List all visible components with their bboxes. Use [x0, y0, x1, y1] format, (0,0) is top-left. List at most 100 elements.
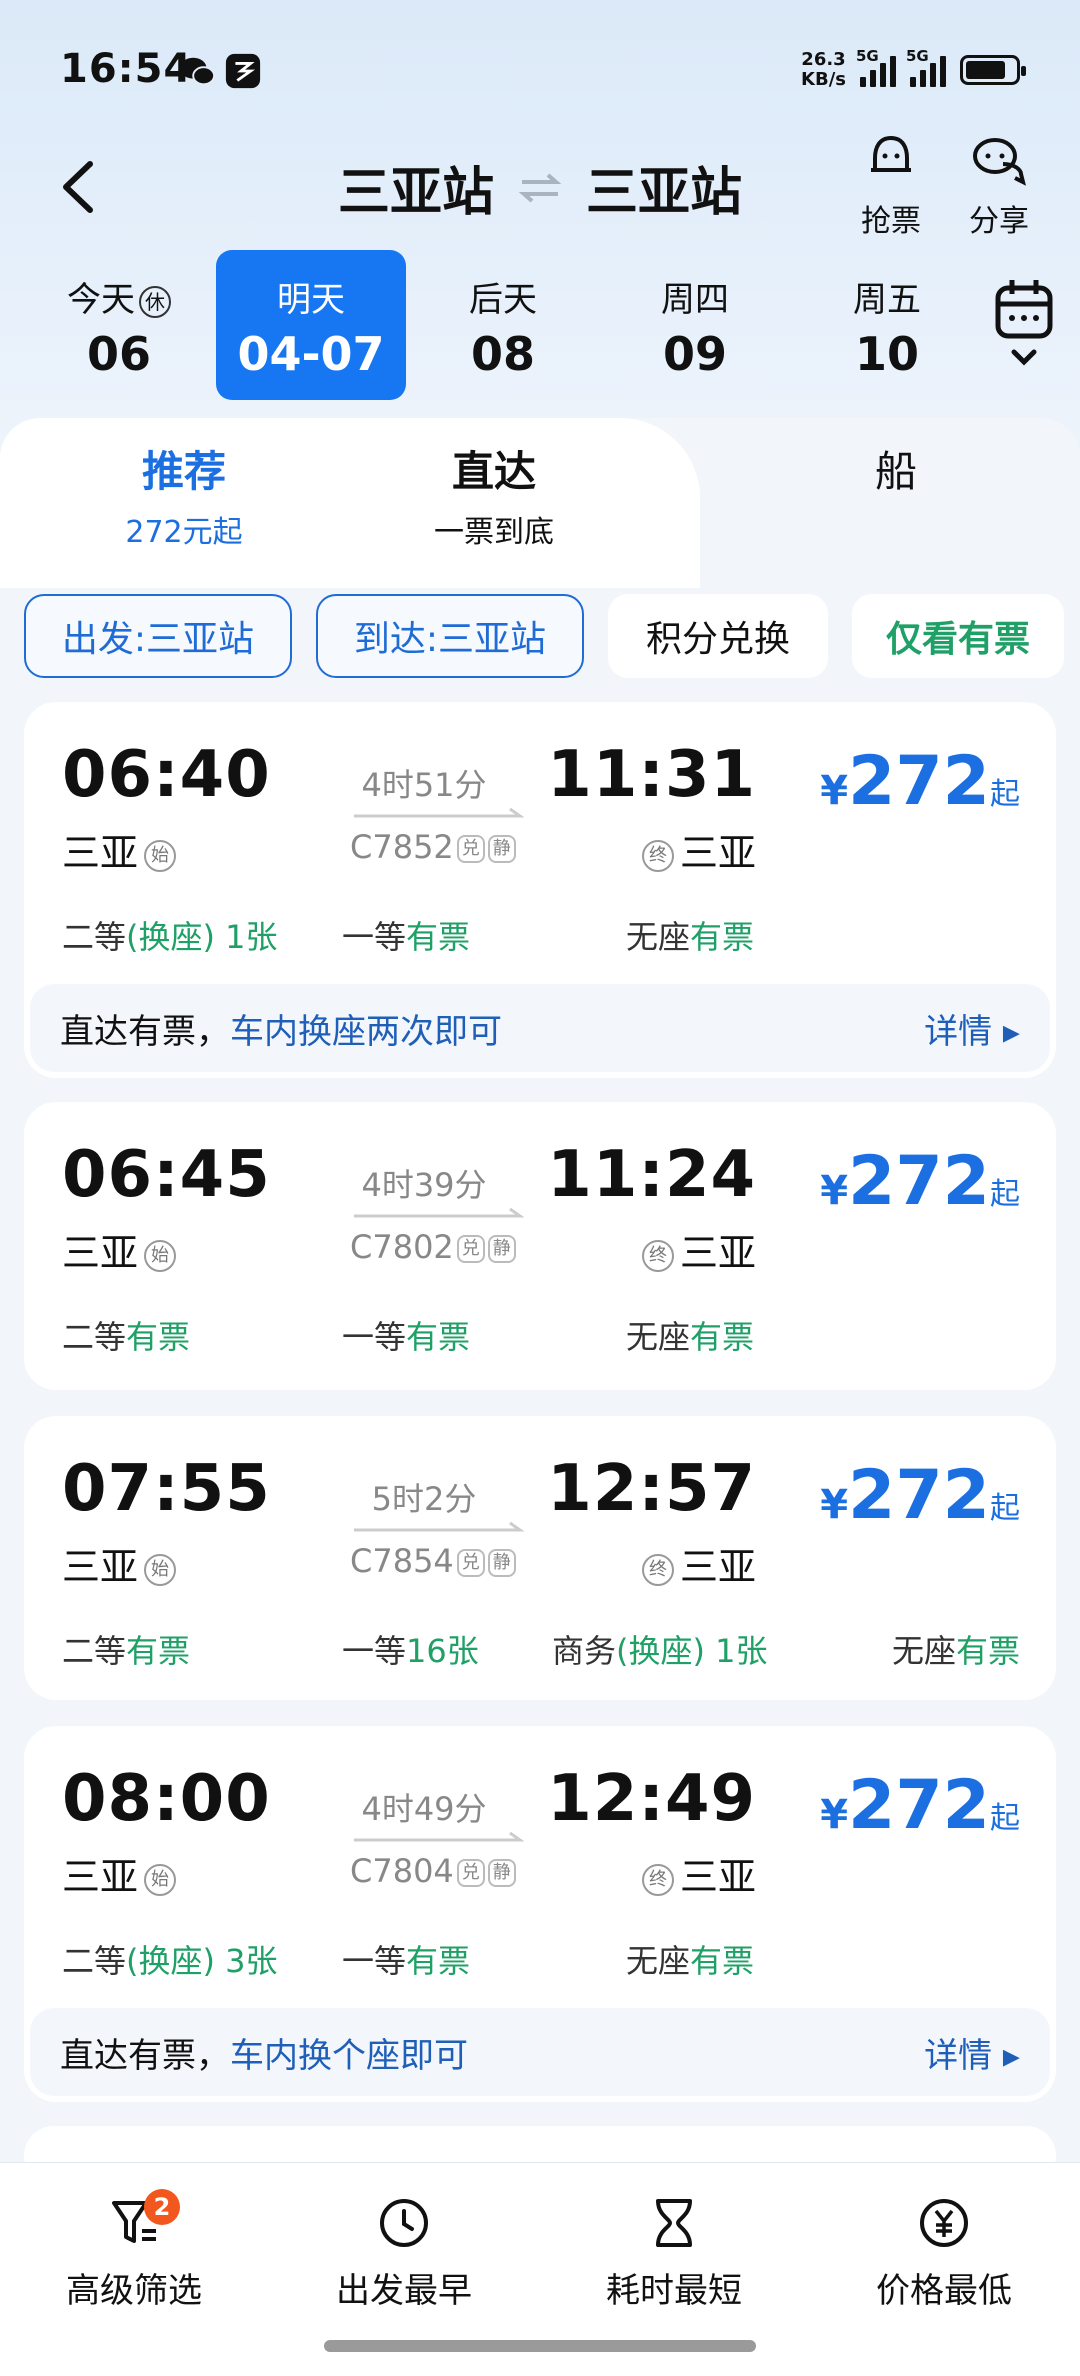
calendar-icon[interactable] — [994, 274, 1054, 374]
train-number[interactable]: C7852 兑静 — [324, 828, 534, 866]
train-card[interactable]: 06:40 4时51分 C7852 兑静 11:31 三亚始 终三亚 ¥272起 … — [24, 702, 1056, 1078]
seat-second-class: 二等有票 — [62, 1626, 190, 1672]
date-day-after-label: 后天 — [469, 280, 537, 320]
seat-second-class: 二等(换座) 1张 — [62, 912, 278, 958]
end-badge: 终 — [641, 1239, 674, 1272]
detail-link[interactable]: 详情 ▸ — [924, 2028, 1020, 2077]
date-day-after[interactable]: 后天 08 — [408, 250, 598, 400]
signal-2-icon: 5G — [906, 47, 946, 87]
only-available-filter[interactable]: 仅看有票 — [852, 594, 1064, 678]
tab-recommend-title: 推荐 — [141, 447, 226, 496]
wechat-icon — [179, 57, 216, 86]
seat-extra: (换座) — [126, 1942, 215, 1980]
to-station-label: 终三亚 — [636, 822, 756, 877]
signal-2-label: 5G — [906, 47, 929, 65]
to-station-label: 终三亚 — [636, 1222, 756, 1277]
tab-ship[interactable]: 船 — [836, 438, 956, 499]
arrive-station-filter[interactable]: 到达:三亚站 — [316, 594, 584, 678]
signal-1-label: 5G — [856, 47, 879, 65]
tab-recommend[interactable]: 推荐 272元起 — [84, 438, 284, 551]
transfer-note[interactable]: 直达有票， 车内换个座即可 详情 ▸ — [30, 2008, 1050, 2096]
grab-ticket-button[interactable]: 抢票 — [846, 130, 936, 240]
departure-time: 06:45 — [62, 1138, 271, 1212]
quiet-badge: 静 — [487, 1235, 516, 1263]
date-tomorrow-value: 04-07 — [237, 327, 385, 381]
date-thursday-value: 09 — [662, 327, 727, 381]
departure-time: 07:55 — [62, 1452, 271, 1526]
seat-type: 无座 — [626, 1318, 691, 1356]
net-speed-value: 26.3 — [801, 49, 846, 70]
date-friday-label: 周五 — [853, 280, 921, 320]
start-badge: 始 — [144, 1863, 177, 1896]
share-button[interactable]: 分享 — [954, 130, 1044, 240]
to-station-label: 终三亚 — [636, 1846, 756, 1901]
date-tomorrow[interactable]: 明天 04-07 — [216, 250, 406, 400]
train-card[interactable]: 08:00 4时49分 C7804 兑静 12:49 三亚始 终三亚 ¥272起 … — [24, 1726, 1056, 2102]
exchange-badge: 兑 — [456, 1235, 485, 1263]
train-card[interactable]: 07:55 5时2分 C7854 兑静 12:57 三亚始 终三亚 ¥272起 二… — [24, 1416, 1056, 1700]
date-friday[interactable]: 周五 10 — [792, 250, 982, 400]
duration: 4时49分 — [361, 1790, 487, 1828]
price: ¥272起 — [820, 1456, 1020, 1535]
note-prefix: 直达有票， — [60, 1011, 230, 1052]
end-badge: 终 — [641, 839, 674, 872]
price-symbol: ¥ — [820, 1792, 849, 1838]
seat-type: 一等 — [342, 1942, 407, 1980]
transfer-note[interactable]: 直达有票， 车内换座两次即可 详情 ▸ — [30, 984, 1050, 1072]
to-station[interactable]: 三亚站 — [586, 150, 742, 225]
detail-link[interactable]: 详情 ▸ — [924, 1004, 1020, 1053]
start-badge: 始 — [144, 1553, 177, 1586]
filter-count-badge: 2 — [144, 2189, 180, 2225]
arrow-line-icon — [354, 1207, 524, 1218]
lowest-price-button[interactable]: 价格最低 — [844, 2193, 1044, 2312]
seat-first-class: 一等有票 — [342, 1312, 470, 1358]
tab-direct[interactable]: 直达 一票到底 — [384, 438, 604, 551]
lowest-price-label: 价格最低 — [876, 2271, 1012, 2311]
shortest-duration-button[interactable]: 耗时最短 — [574, 2193, 774, 2312]
header: 三亚站 三亚站 抢票 分享 — [0, 130, 1080, 250]
from-station[interactable]: 三亚站 — [338, 150, 494, 225]
tab-recommend-sub: 272元起 — [125, 515, 243, 550]
signal-1-icon: 5G — [856, 47, 896, 87]
quiet-badge: 静 — [487, 1549, 516, 1577]
date-thursday[interactable]: 周四 09 — [600, 250, 790, 400]
exchange-badge: 兑 — [456, 1859, 485, 1887]
seat-no-seat: 无座有票 — [892, 1626, 1020, 1672]
date-today[interactable]: 今天休 06 — [24, 250, 214, 400]
tab-direct-title: 直达 — [451, 447, 536, 496]
seat-type: 二等 — [62, 1942, 127, 1980]
seat-status: 有票 — [126, 1632, 191, 1670]
train-number[interactable]: C7804 兑静 — [324, 1852, 534, 1890]
seat-status: 有票 — [955, 1632, 1020, 1670]
from-station-label: 三亚始 — [62, 1222, 182, 1277]
detail-label: 详情 — [924, 1011, 993, 1052]
advanced-filter-button[interactable]: 2 高级筛选 — [34, 2189, 234, 2312]
price-suffix: 起 — [990, 1491, 1020, 1526]
seat-first-class: 一等有票 — [342, 912, 470, 958]
seat-type: 无座 — [626, 1942, 691, 1980]
points-exchange-filter[interactable]: 积分兑换 — [608, 594, 828, 678]
triangle-right-icon: ▸ — [1002, 2035, 1020, 2076]
seat-type: 一等 — [342, 918, 407, 956]
train-card[interactable]: 06:45 4时39分 C7802 兑静 11:24 三亚始 终三亚 ¥272起 … — [24, 1102, 1056, 1390]
holiday-badge: 休 — [139, 285, 171, 318]
yuan-coin-icon — [920, 2199, 968, 2247]
earliest-departure-label: 出发最早 — [336, 2271, 472, 2311]
earliest-departure-button[interactable]: 出发最早 — [304, 2193, 504, 2312]
train-number-text: C7852 — [350, 828, 454, 866]
seat-status: 1张 — [215, 918, 278, 956]
arrival-time: 11:31 — [547, 738, 756, 812]
depart-station-filter[interactable]: 出发:三亚站 — [24, 594, 292, 678]
seat-status: 有票 — [690, 1942, 755, 1980]
end-badge: 终 — [641, 1553, 674, 1586]
to-name: 三亚 — [679, 1545, 756, 1589]
seat-extra: (换座) — [126, 918, 215, 956]
date-today-value: 06 — [86, 327, 151, 381]
train-number[interactable]: C7854 兑静 — [324, 1542, 534, 1580]
seat-no-seat: 无座有票 — [626, 912, 754, 958]
triangle-right-icon: ▸ — [1002, 1011, 1020, 1052]
seat-first-class: 一等有票 — [342, 1936, 470, 1982]
seat-type: 二等 — [62, 1632, 127, 1670]
swap-stations-icon[interactable] — [518, 170, 562, 206]
train-number[interactable]: C7802 兑静 — [324, 1228, 534, 1266]
